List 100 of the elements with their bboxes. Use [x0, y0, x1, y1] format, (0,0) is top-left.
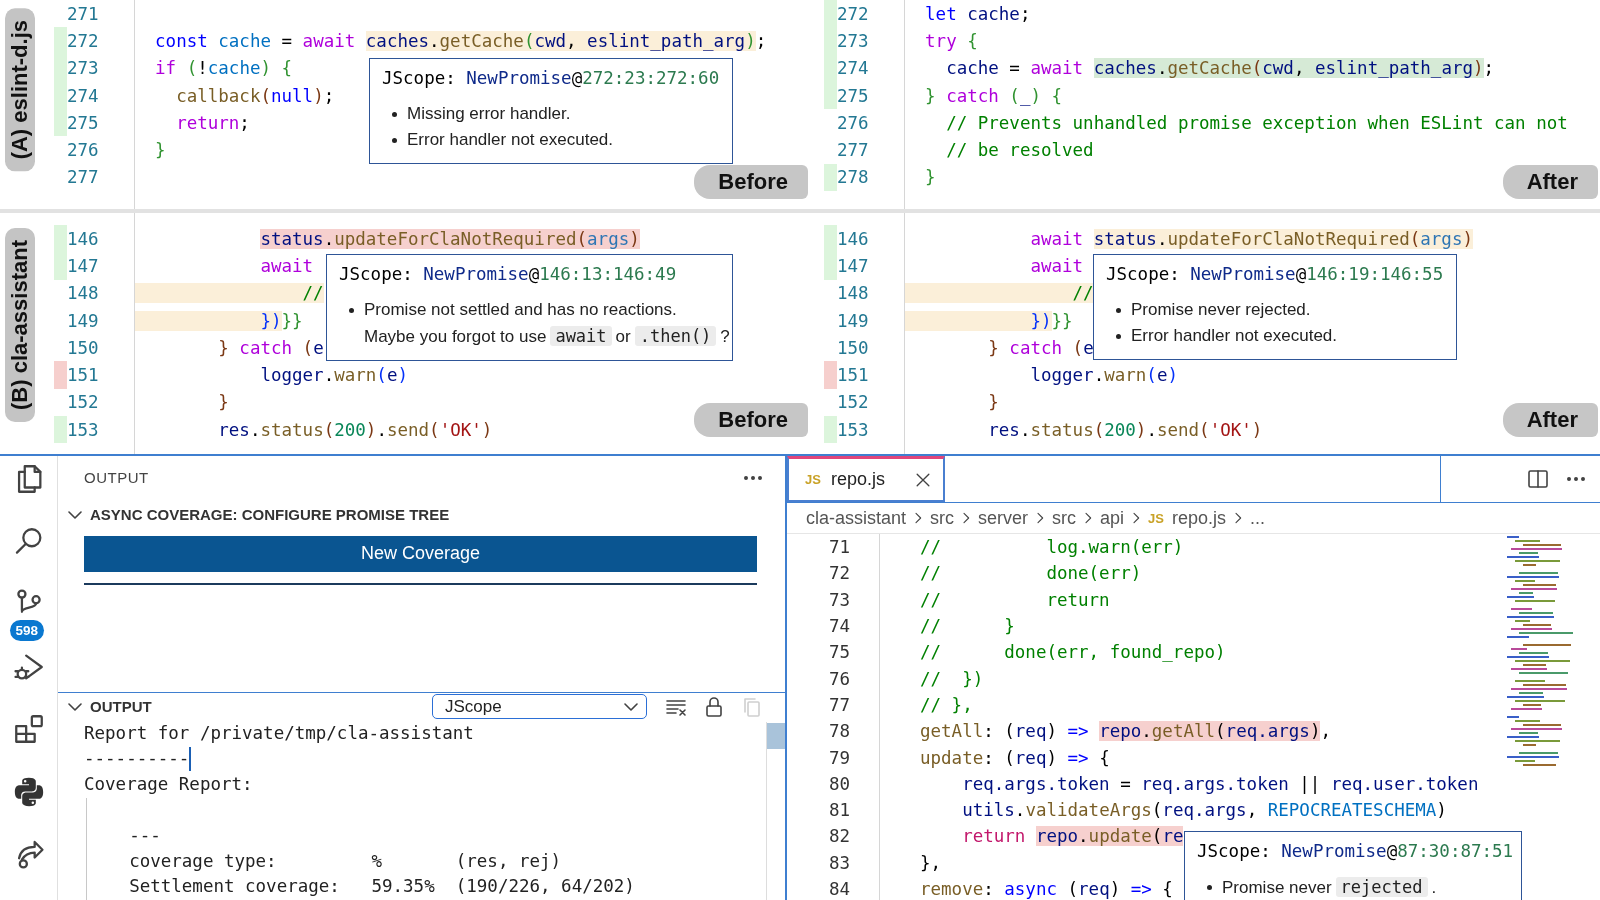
line-number: 71: [827, 537, 850, 558]
code-text: remove: async (req) => {: [920, 879, 1173, 899]
code-text: try {: [924, 30, 978, 51]
output-line: ---: [128, 824, 162, 848]
section-title[interactable]: ASYNC COVERAGE: CONFIGURE PROMISE TREE: [90, 506, 450, 524]
editor-tab[interactable]: JS repo.js: [787, 456, 945, 502]
code-text: // Prevents unhandled promise exception when ESLint can not: [945, 112, 1568, 133]
highlighted-code: (: [1215, 721, 1226, 742]
highlighted-code: cwd: [1262, 58, 1294, 79]
highlighted-code: req.args: [1225, 721, 1310, 742]
split-editor-icon[interactable]: [1526, 467, 1550, 491]
highlighted-code: (: [1151, 826, 1163, 847]
line-number: 153: [837, 419, 869, 440]
channel-dropdown[interactable]: JScope: [432, 694, 647, 720]
breadcrumb-item[interactable]: cla-assistant: [806, 507, 907, 529]
code-text: } catch (e: [217, 337, 324, 358]
code-text: // }: [920, 616, 1015, 637]
code-text: }: [924, 167, 936, 188]
highlighted-code: getAll: [1151, 721, 1216, 742]
line-number: 146: [837, 228, 869, 249]
line-number: 151: [67, 365, 99, 386]
code-text: if (!cache) {: [154, 58, 293, 79]
code-text: res.status(200).send('OK'): [217, 419, 493, 440]
highlighted-code: repo: [1099, 721, 1142, 742]
code-text: ;: [1483, 58, 1495, 79]
chevron-icon[interactable]: [68, 702, 82, 711]
highlighted-code: getCache: [1167, 58, 1252, 79]
highlighted-code: update: [1088, 826, 1152, 847]
line-number: 146: [67, 228, 99, 249]
line-number: 75: [827, 642, 850, 663]
line-number: 148: [837, 283, 869, 304]
code-text: const cache = await: [154, 30, 357, 51]
output-line: Settlement coverage: 59.35% (190/226, 64/202): [128, 875, 636, 899]
code-text: },: [920, 852, 942, 873]
panel-label: (B) cla-assistant: [5, 228, 35, 422]
highlighted-code: (: [1251, 58, 1263, 79]
highlighted-code: eslint_path_arg: [587, 30, 746, 51]
highlighted-code: updateForClaNotRequired: [1167, 228, 1410, 249]
line-number: 153: [67, 419, 99, 440]
code-text: // }): [920, 668, 984, 689]
highlighted-code: }): [904, 310, 1052, 331]
output-line: Coverage Report:: [84, 774, 253, 795]
version-badge: Before: [694, 165, 808, 199]
line-number: 272: [837, 3, 869, 24]
line-number: 276: [67, 140, 99, 161]
tooltip-title: JScope: NewPromise@146:13:146:49: [339, 263, 678, 286]
highlighted-code: (: [576, 228, 588, 249]
line-number: 73: [827, 589, 850, 610]
highlighted-code: ): [1462, 228, 1473, 249]
line-number: 72: [827, 563, 850, 584]
highlighted-code: .: [429, 30, 440, 51]
line-number: 277: [67, 167, 99, 188]
code-text: getAll: (req) =>: [920, 721, 1090, 742]
scrollbar-thumb[interactable]: [767, 722, 785, 749]
section-title[interactable]: OUTPUT: [90, 698, 152, 716]
chevron-icon: [624, 702, 638, 711]
code-text: ,: [1320, 721, 1331, 742]
line-number: 147: [837, 255, 869, 276]
line-number: 74: [827, 616, 850, 637]
line-number: 151: [837, 365, 869, 386]
line-number: 272: [67, 30, 99, 51]
highlighted-code: repo: [1035, 826, 1079, 847]
code-text: utils.validateArgs(req.args, REPOCREATESCHEMA): [961, 800, 1447, 821]
code-text: // },: [920, 694, 973, 715]
breadcrumb-item[interactable]: JS repo.js: [1148, 507, 1227, 529]
tooltip-title: JScope: NewPromise@146:19:146:55: [1106, 263, 1444, 286]
line-number: 78: [827, 721, 850, 742]
breadcrumb-item[interactable]: server: [978, 507, 1029, 529]
chevron-icon[interactable]: [68, 510, 82, 519]
highlighted-code: //: [904, 283, 1094, 304]
line-number: 274: [67, 85, 99, 106]
new-coverage-button[interactable]: New Coverage: [84, 535, 757, 572]
highlighted-code: .: [1156, 58, 1168, 79]
line-number: 81: [827, 800, 850, 821]
line-number: 76: [827, 668, 850, 689]
code-text: } catch (_) {: [924, 85, 1063, 106]
panel-label: (A) eslint-d.js: [5, 8, 35, 172]
code-text: }: [217, 392, 229, 413]
code-text: }: [987, 392, 999, 413]
code-text: return: [961, 826, 1027, 847]
code-text: return;: [175, 112, 250, 133]
code-text: req.args.token = req.args.token || req.user.token: [961, 773, 1479, 794]
line-number: 148: [67, 283, 99, 304]
breadcrumb-item[interactable]: api: [1100, 507, 1125, 529]
highlighted-code: .: [1141, 721, 1152, 742]
breadcrumb-item[interactable]: ...: [1250, 507, 1266, 529]
highlighted-code: caches: [365, 30, 430, 51]
output-line: ----------: [84, 748, 190, 769]
line-number: 82: [827, 826, 850, 847]
breadcrumb-item[interactable]: src: [930, 507, 955, 529]
highlighted-code: //: [134, 283, 324, 304]
highlighted-code: (: [1409, 228, 1421, 249]
file-type-icon: JS: [805, 472, 821, 487]
code-text: }}: [1051, 310, 1073, 331]
tooltip-text: Maybe you forgot to use await or .then() ?: [364, 325, 730, 348]
tooltip-title: JScope: NewPromise@272:23:272:60: [382, 67, 720, 90]
code-text: await: [259, 255, 314, 276]
code-text: ;: [755, 30, 767, 51]
line-number: 275: [837, 85, 869, 106]
breadcrumb-item[interactable]: src: [1052, 507, 1077, 529]
